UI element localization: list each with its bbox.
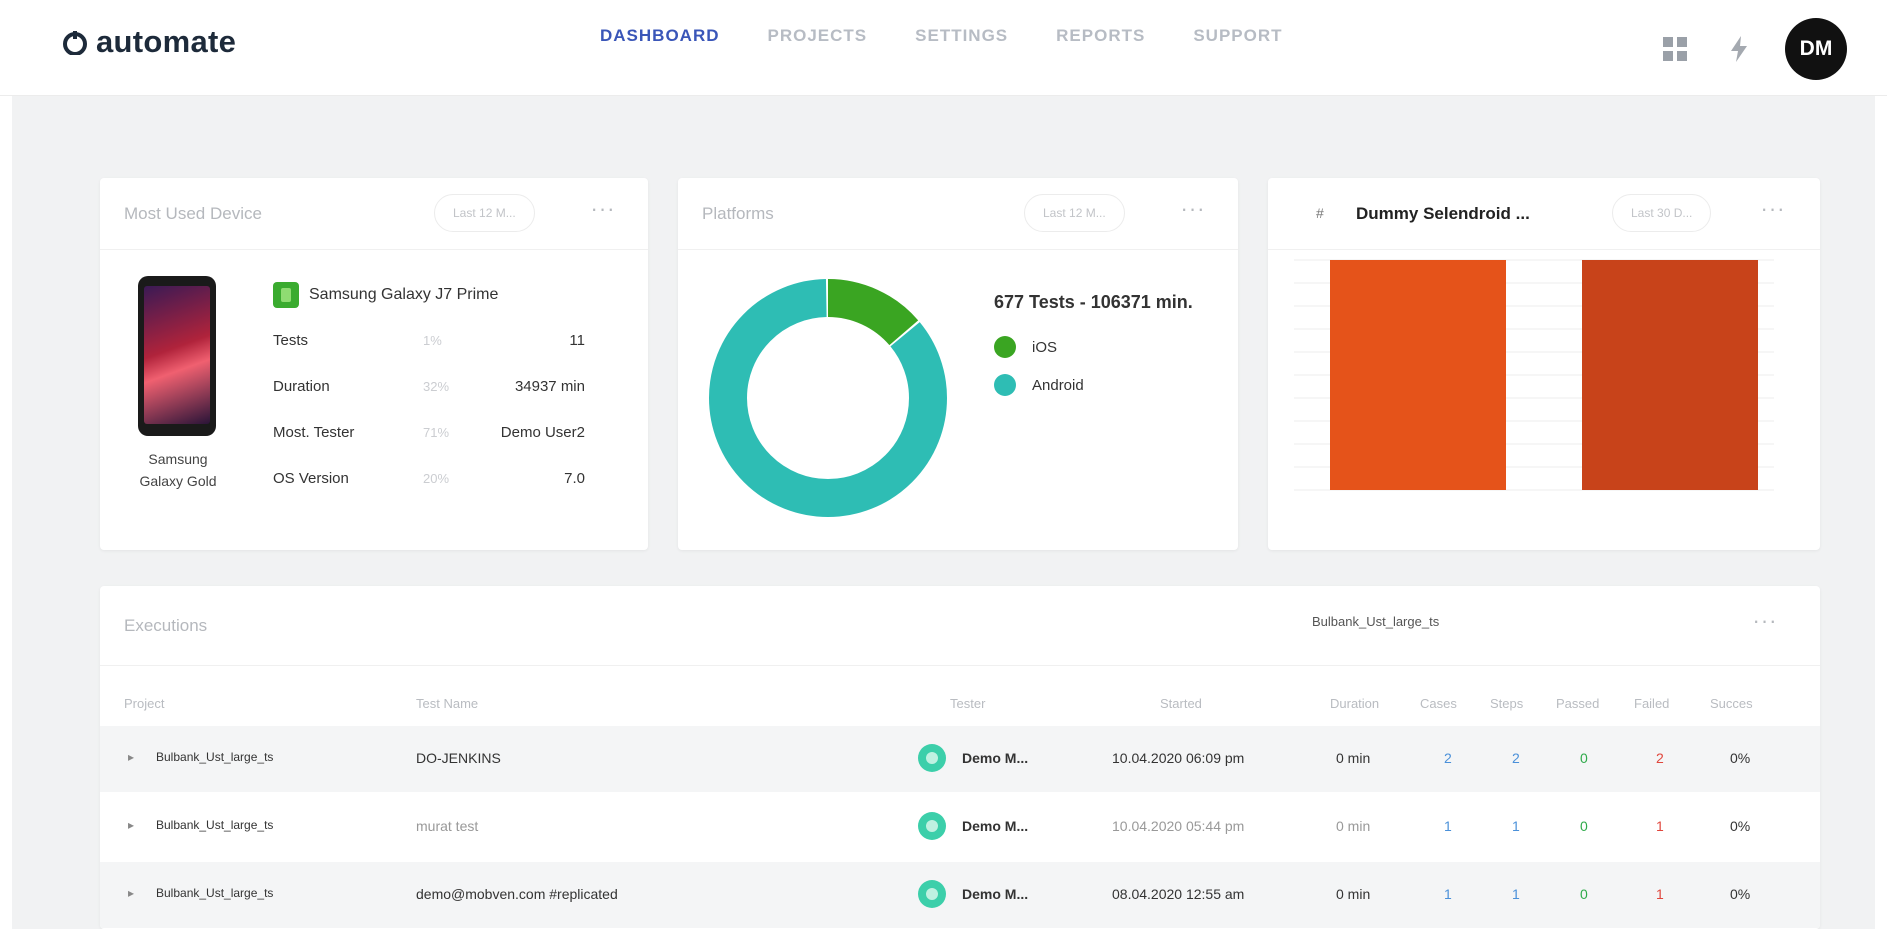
stat-row: OS Version 20% 7.0: [273, 470, 585, 487]
legend-item-android: Android: [994, 374, 1084, 396]
nav-dashboard[interactable]: DASHBOARD: [600, 26, 720, 46]
platform-summary: 677 Tests - 106371 min.: [994, 292, 1193, 312]
card-header: Most Used Device Last 12 M... ···: [100, 178, 648, 250]
nav-projects[interactable]: PROJECTS: [768, 26, 868, 46]
card-title: Most Used Device: [124, 204, 262, 223]
expand-arrow-icon[interactable]: ▸: [128, 750, 134, 764]
most-used-device-card: Most Used Device Last 12 M... ··· Samsun…: [100, 178, 648, 550]
card-header: Executions Bulbank_Ust_large_ts ···: [100, 586, 1820, 666]
column-header[interactable]: Started: [1160, 696, 1202, 711]
device-model-name: Samsung Galaxy J7 Prime: [309, 286, 499, 303]
executions-card: Executions Bulbank_Ust_large_ts ··· Proj…: [100, 586, 1820, 929]
bar[interactable]: [1582, 260, 1758, 490]
more-options-icon[interactable]: ···: [1758, 198, 1788, 222]
expand-arrow-icon[interactable]: ▸: [128, 886, 134, 900]
android-device-icon: [273, 282, 299, 308]
column-header[interactable]: Passed: [1556, 696, 1599, 711]
project-bar-chart: [1294, 259, 1774, 491]
column-header[interactable]: Tester: [950, 696, 985, 711]
stat-row: Most. Tester 71% Demo User2: [273, 424, 585, 441]
user-avatar[interactable]: DM: [1785, 18, 1847, 80]
bar[interactable]: [1330, 260, 1506, 490]
column-header[interactable]: Failed: [1634, 696, 1669, 711]
tester-avatar: [918, 880, 946, 908]
nav-support[interactable]: SUPPORT: [1193, 26, 1282, 46]
table-row[interactable]: ▸ Bulbank_Ust_large_ts demo@mobven.com #…: [100, 862, 1820, 928]
period-filter[interactable]: Last 12 M...: [434, 194, 535, 232]
tester-avatar: [918, 812, 946, 840]
platform-donut-chart: [709, 279, 947, 517]
nav-reports[interactable]: REPORTS: [1056, 26, 1145, 46]
top-bar: automate DASHBOARD PROJECTS SETTINGS REP…: [0, 0, 1887, 96]
column-header[interactable]: Succes: [1710, 696, 1753, 711]
platforms-card: Platforms Last 12 M... ··· 677 Tests - 1…: [678, 178, 1238, 550]
column-header[interactable]: Test Name: [416, 696, 478, 711]
period-filter[interactable]: Last 12 M...: [1024, 194, 1125, 232]
column-header[interactable]: Duration: [1330, 696, 1379, 711]
card-title: Dummy Selendroid ...: [1356, 204, 1530, 223]
table-row[interactable]: ▸ Bulbank_Ust_large_ts murat test Demo M…: [100, 794, 1820, 860]
logo-icon: [63, 31, 87, 55]
stat-row: Duration 32% 34937 min: [273, 378, 585, 395]
column-header[interactable]: Project: [124, 696, 164, 711]
column-header[interactable]: Steps: [1490, 696, 1523, 711]
card-header: Platforms Last 12 M... ···: [678, 178, 1238, 250]
card-title: Executions: [124, 616, 208, 635]
legend-color-dot: [994, 336, 1016, 358]
table-row[interactable]: ▸ Bulbank_Ust_large_ts DO-JENKINS Demo M…: [100, 726, 1820, 792]
lightning-icon[interactable]: [1721, 31, 1757, 67]
device-name: Samsung Galaxy Gold: [139, 451, 217, 489]
period-filter[interactable]: Last 30 D...: [1612, 194, 1712, 232]
dashboard-main: Most Used Device Last 12 M... ··· Samsun…: [12, 96, 1875, 929]
more-options-icon[interactable]: ···: [588, 198, 618, 222]
main-nav: DASHBOARD PROJECTS SETTINGS REPORTS SUPP…: [600, 26, 1283, 46]
logo-text: automate: [96, 24, 237, 59]
grid-icon[interactable]: [1657, 31, 1693, 67]
device-model: Samsung Galaxy J7 Prime: [273, 282, 498, 308]
top-actions: DM: [1657, 18, 1847, 80]
more-options-icon[interactable]: ···: [1178, 198, 1208, 222]
device-image: [138, 276, 216, 436]
project-filter[interactable]: Bulbank_Ust_large_ts: [1312, 614, 1439, 629]
card-title: Platforms: [702, 204, 774, 223]
tester-avatar: [918, 744, 946, 772]
project-bar-card: # Dummy Selendroid ... Last 30 D... ···: [1268, 178, 1820, 550]
stat-row: Tests 1% 11: [273, 332, 585, 349]
legend-item-ios: iOS: [994, 336, 1057, 358]
expand-arrow-icon[interactable]: ▸: [128, 818, 134, 832]
hash-icon: #: [1316, 205, 1324, 221]
nav-settings[interactable]: SETTINGS: [915, 26, 1008, 46]
card-header: # Dummy Selendroid ... Last 30 D... ···: [1268, 178, 1820, 250]
more-options-icon[interactable]: ···: [1750, 610, 1780, 634]
logo[interactable]: automate: [62, 22, 236, 62]
legend-color-dot: [994, 374, 1016, 396]
column-header[interactable]: Cases: [1420, 696, 1457, 711]
